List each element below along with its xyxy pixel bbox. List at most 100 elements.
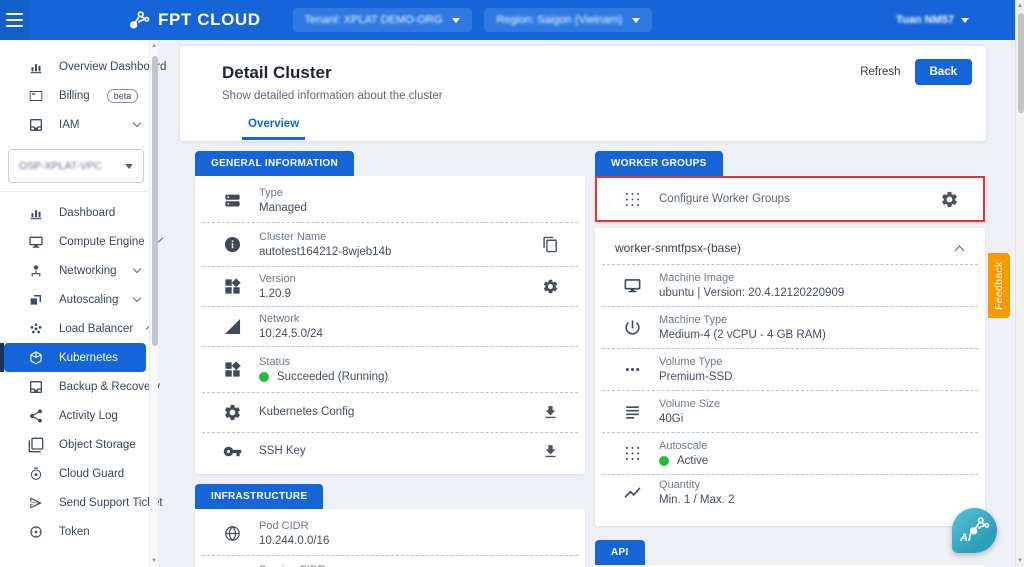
row-quantity: Quantity Min. 1 / Max. 2 <box>595 474 985 522</box>
bar-chart-icon <box>28 59 44 75</box>
gear-icon[interactable] <box>542 278 559 295</box>
chevron-down-icon <box>961 18 969 23</box>
row-ssh-key: SSH Key <box>195 432 585 470</box>
api-header: API <box>595 540 645 565</box>
page-title: Detail Cluster <box>222 63 962 83</box>
sidebar-item-label: Kubernetes <box>59 352 118 364</box>
row-label: Status <box>259 356 388 368</box>
row-value: Min. 1 / Max. 2 <box>659 494 734 506</box>
row-label: Quantity <box>659 479 734 491</box>
tenant-dropdown[interactable]: Tenant: XPLAT DEMO-ORG <box>293 8 473 32</box>
backup-icon <box>28 379 44 395</box>
gear-icon <box>221 403 243 422</box>
row-label: Volume Type <box>659 356 732 368</box>
user-menu[interactable]: Tuan NM57 <box>896 14 969 26</box>
sidebar-item-iam[interactable]: IAM <box>0 110 158 139</box>
sidebar-item-label: Networking <box>59 265 117 277</box>
scroll-down-icon[interactable]: ▼ <box>151 558 157 564</box>
scroll-down-icon[interactable]: ▼ <box>1017 558 1023 564</box>
row-pod-cidr: Pod CIDR 10.244.0.0/16 <box>195 511 585 555</box>
sidebar-item-token[interactable]: Token <box>0 517 158 546</box>
monitor-icon <box>621 276 643 295</box>
row-value: 1.20.9 <box>259 288 296 300</box>
download-icon[interactable] <box>542 404 559 421</box>
ai-assistant-button[interactable]: AI <box>952 508 997 553</box>
guard-icon <box>28 466 44 482</box>
chart-line-icon <box>621 483 643 502</box>
row-value: Medium-4 (2 vCPU - 4 GB RAM) <box>659 329 826 341</box>
top-bar: FPT CLOUD Tenant: XPLAT DEMO-ORG Region:… <box>0 0 1015 40</box>
sidebar-item-label: Token <box>59 526 90 538</box>
sidebar-item-billing[interactable]: Billing beta <box>0 81 158 110</box>
refresh-button[interactable]: Refresh <box>860 66 900 78</box>
hamburger-menu-icon[interactable] <box>0 0 30 40</box>
row-type: Type Managed <box>195 178 585 222</box>
power-icon <box>621 318 643 337</box>
region-dropdown[interactable]: Region: Saigon (Vietnam) <box>484 8 652 32</box>
monitor-icon <box>28 234 44 250</box>
worker-group-header[interactable]: worker-snmtfpsx-(base) <box>595 230 985 264</box>
row-value: ubuntu | Version: 20.4.12120220909 <box>659 287 844 299</box>
sidebar-item-load-balancer[interactable]: Load Balancer <box>0 314 158 343</box>
sidebar-item-overview-dashboard[interactable]: Overview Dashboard <box>0 52 158 81</box>
sidebar: Overview Dashboard Billing beta IAM OSP-… <box>0 40 158 567</box>
sidebar-item-label: Backup & Recovery <box>59 381 160 393</box>
sidebar-item-object-storage[interactable]: Object Storage <box>0 430 158 459</box>
scroll-up-icon[interactable]: ▲ <box>151 43 157 49</box>
status-value: Succeeded (Running) <box>277 371 388 383</box>
row-value: Premium-SSD <box>659 371 732 383</box>
vpc-select[interactable]: OSP-XPLAT-VPC <box>8 149 144 183</box>
gear-icon[interactable] <box>940 190 959 209</box>
activity-icon <box>28 408 44 424</box>
feedback-tab[interactable]: Feedback <box>988 253 1010 318</box>
scrollbar-thumb[interactable] <box>1018 13 1024 113</box>
status-dot-green <box>659 456 669 466</box>
sidebar-item-backup-recovery[interactable]: Backup & Recovery <box>0 372 158 401</box>
widgets-icon <box>221 277 243 296</box>
left-column: GENERAL INFORMATION Type Managed Cluster… <box>195 151 585 567</box>
send-icon <box>28 495 44 511</box>
ai-label: AI <box>960 532 971 544</box>
dots-grid-icon <box>621 444 643 463</box>
scroll-up-icon[interactable]: ▲ <box>1017 3 1023 9</box>
sidebar-item-networking[interactable]: Networking <box>0 256 158 285</box>
row-label: Volume Size <box>659 398 720 410</box>
info-icon <box>221 235 243 254</box>
token-icon <box>28 524 44 540</box>
dots-grid-icon <box>621 190 643 209</box>
sidebar-item-dashboard[interactable]: Dashboard <box>0 198 158 227</box>
row-machine-type: Machine Type Medium-4 (2 vCPU - 4 GB RAM… <box>595 306 985 348</box>
sidebar-item-compute-engine[interactable]: Compute Engine <box>0 227 158 256</box>
ellipsis-icon <box>621 360 643 379</box>
chevron-up-icon[interactable] <box>955 245 965 255</box>
page-scrollbar[interactable]: ▲ ▼ <box>1015 0 1024 567</box>
download-icon[interactable] <box>542 443 559 460</box>
widgets-icon <box>221 360 243 379</box>
row-label: Network <box>259 313 323 325</box>
copy-icon[interactable] <box>542 236 559 253</box>
layers-icon <box>28 292 44 308</box>
sidebar-item-autoscaling[interactable]: Autoscaling <box>0 285 158 314</box>
sidebar-scrollbar[interactable]: ▲ ▼ <box>149 40 158 567</box>
sidebar-item-kubernetes[interactable]: Kubernetes <box>4 343 146 372</box>
back-button[interactable]: Back <box>915 59 973 85</box>
right-column: WORKER GROUPS Configure Worker Groups wo… <box>595 151 985 567</box>
row-label: Type <box>259 187 307 199</box>
configure-worker-groups-row[interactable]: Configure Worker Groups <box>595 176 985 222</box>
sidebar-item-cloud-guard[interactable]: Cloud Guard <box>0 459 158 488</box>
status-value: Active <box>677 455 708 467</box>
vpc-select-value: OSP-XPLAT-VPC <box>19 160 102 172</box>
row-network: Network 10.24.5.0/24 <box>195 306 585 346</box>
sidebar-item-activity-log[interactable]: Activity Log <box>0 401 158 430</box>
sidebar-item-label: Compute Engine <box>59 236 145 248</box>
chevron-down-icon <box>133 265 141 273</box>
sidebar-item-send-support-ticket[interactable]: Send Support Ticket <box>0 488 158 517</box>
scrollbar-thumb[interactable] <box>152 56 158 346</box>
app-root: FPT CLOUD Tenant: XPLAT DEMO-ORG Region:… <box>0 0 1024 567</box>
brand-logo[interactable]: FPT CLOUD <box>126 7 261 33</box>
main-content: Detail Cluster Show detailed information… <box>158 40 1015 567</box>
chevron-down-icon <box>452 18 460 23</box>
iam-icon <box>28 117 44 133</box>
storage-icon <box>28 437 44 453</box>
tab-overview[interactable]: Overview <box>242 112 305 140</box>
